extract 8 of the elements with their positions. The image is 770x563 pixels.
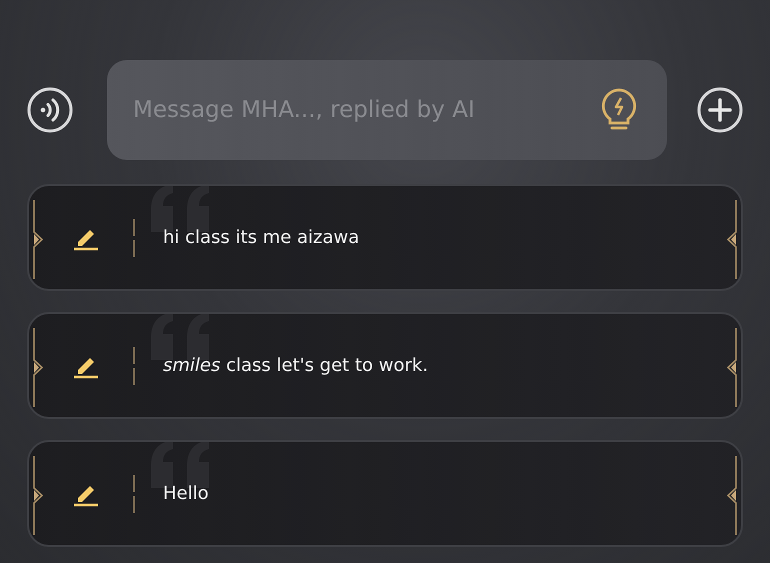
message-card[interactable]: hi class its me aizawa [27,184,743,291]
message-card[interactable]: Hello [27,440,743,547]
message-text: hi class its me aizawa [163,227,360,248]
message-text: smiles class let's get to work. [163,355,428,376]
voice-icon[interactable] [27,87,73,133]
add-icon[interactable] [697,87,743,133]
message-card[interactable]: smiles class let's get to work. [27,312,743,419]
message-text: Hello [163,483,209,504]
